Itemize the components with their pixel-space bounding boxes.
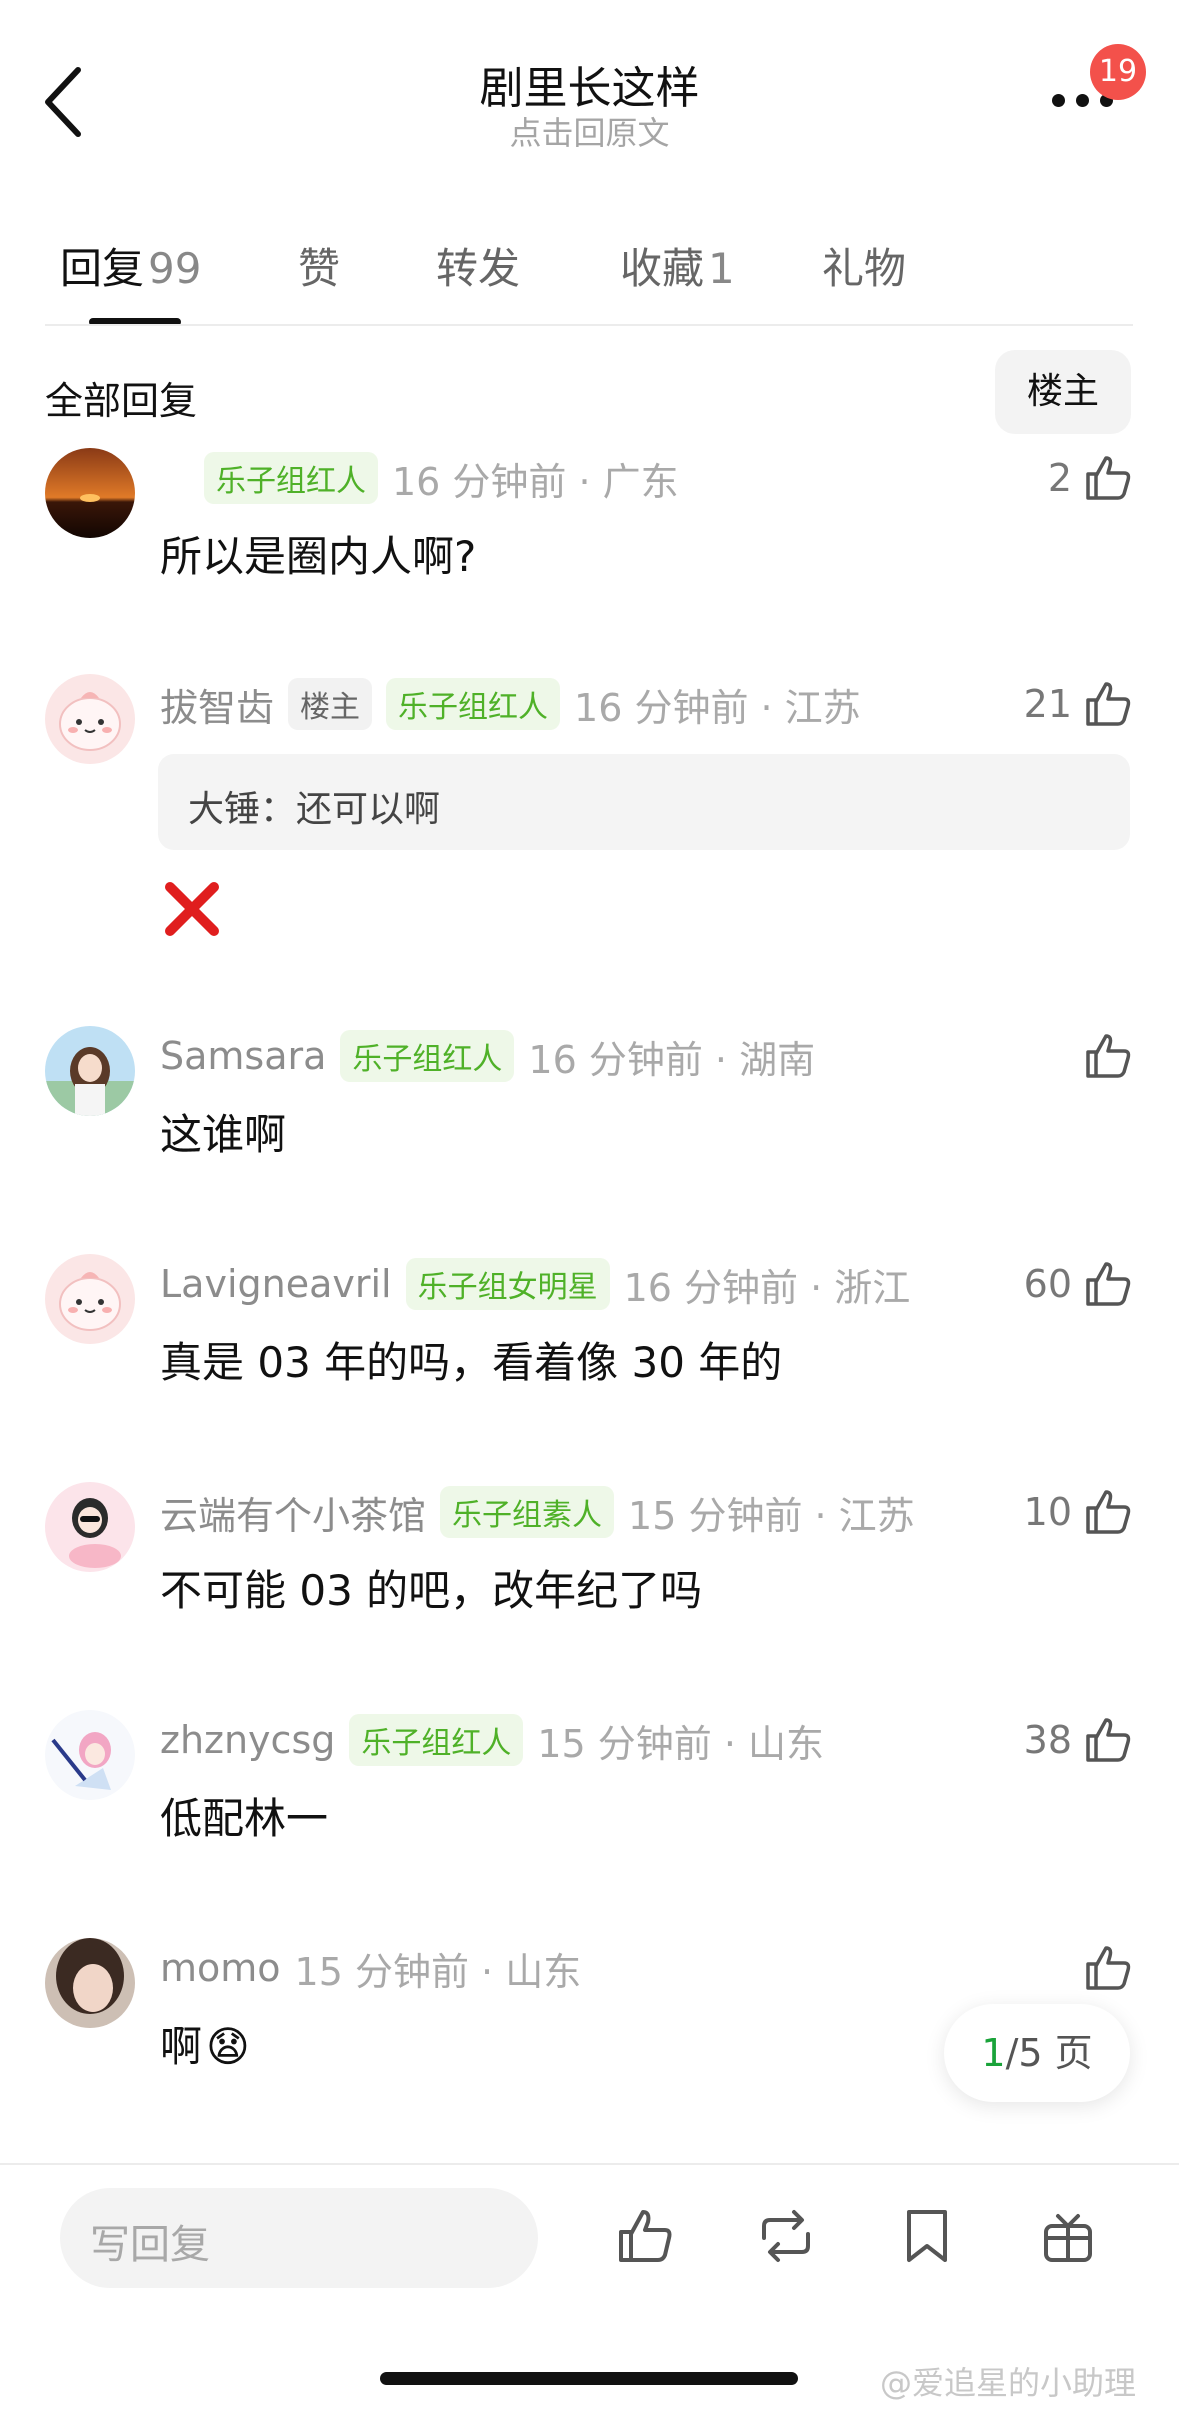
comment-text: 真是 03 年的吗，看着像 30 年的 [160,1338,783,1387]
gift-icon[interactable] [1036,2204,1100,2268]
like-count: 2 [1047,456,1072,500]
comment-meta: Samsara 乐子组红人 16 分钟前 · 湖南 [160,1026,815,1086]
op-tag: 楼主 [288,678,373,730]
comment-text: 不可能 03 的吧，改年纪了吗 [160,1566,703,1615]
username[interactable]: Samsara [160,1034,326,1078]
user-tag: 乐子组红人 [386,678,561,730]
thumbs-up-icon [1086,1490,1131,1534]
tab-gifts[interactable]: 礼物 [822,235,906,296]
comment-text: 这谁啊 [160,1110,287,1159]
user-tag: 乐子组素人 [440,1486,615,1538]
quoted-reply[interactable]: 大锤：还可以啊 [158,754,1130,850]
like-button[interactable] [1082,1026,1134,1086]
page-indicator[interactable]: 1/5 页 [944,2004,1130,2102]
like-button[interactable]: 38 [1024,1710,1134,1770]
comment-time-location: 15 分钟前 · 山东 [537,1721,825,1766]
thumbs-up-icon [1086,682,1131,726]
like-count: 21 [1023,682,1072,726]
back-to-original-link[interactable]: 点击回原文 [0,108,1179,154]
op-only-filter-button[interactable]: 楼主 [995,350,1131,434]
quoted-text: 大锤：还可以啊 [188,789,441,830]
comment-time-location: 16 分钟前 · 湖南 [528,1037,816,1082]
user-tag: 乐子组红人 [349,1714,524,1766]
like-button[interactable]: 21 [1024,674,1134,734]
username[interactable]: momo [160,1946,281,1990]
divider [45,324,1133,326]
worried-face-emoji: 😧 [206,2022,250,2071]
thumbs-up-icon [1086,1262,1131,1306]
avatar[interactable] [45,1482,135,1572]
top-navigation-bar: 剧里长这样 点击回原文 19 [0,0,1179,175]
total-pages: /5 页 [1005,2031,1093,2075]
home-indicator[interactable] [380,2372,798,2385]
thumbs-up-icon [1086,456,1131,500]
tab-reposts[interactable]: 转发 [436,235,520,296]
like-count: 60 [1023,1262,1072,1306]
avatar[interactable] [45,1026,135,1116]
page-title[interactable]: 剧里长这样 [0,52,1179,116]
like-button[interactable] [1082,1938,1134,1998]
like-count: 10 [1023,1490,1072,1534]
avatar[interactable] [45,674,135,764]
tab-replies[interactable]: 回复99 [60,235,201,296]
comment-time-location: 16 分钟前 · 广东 [392,459,679,504]
comment-meta: momo 15 分钟前 · 山东 [160,1938,581,1998]
notification-badge: 19 [1090,44,1146,100]
comment-meta: zhznycsg 乐子组红人 15 分钟前 · 山东 [160,1710,824,1770]
like-count: 38 [1023,1718,1072,1762]
comment-meta: Lavigneavril 乐子组女明星 16 分钟前 · 浙江 [160,1254,910,1314]
red-cross-emoji-icon [162,879,222,939]
avatar[interactable] [45,448,135,538]
thumbs-up-icon [1086,1718,1131,1762]
username[interactable]: 云端有个小茶馆 [160,1485,426,1540]
comment-text-content: 啊 [160,2022,203,2071]
like-button[interactable]: 60 [1024,1254,1134,1314]
comment-time-location: 15 分钟前 · 山东 [294,1949,582,1994]
thumbs-up-icon [1086,1946,1131,1990]
divider [0,2163,1179,2165]
comment-text: 低配林一 [160,1794,329,1843]
comment-meta: 云端有个小茶馆 乐子组素人 15 分钟前 · 江苏 [160,1482,915,1542]
reply-input[interactable]: 写回复 [60,2188,538,2288]
reply-placeholder: 写回复 [90,2222,210,2268]
comment-time-location: 15 分钟前 · 江苏 [628,1493,915,1538]
comment-time-location: 16 分钟前 · 浙江 [623,1265,911,1310]
current-page: 1 [981,2031,1006,2075]
avatar[interactable] [45,1938,135,2028]
user-tag: 乐子组红人 [204,452,378,504]
repost-icon[interactable] [754,2204,818,2268]
thumbs-up-icon [1086,1034,1131,1078]
username[interactable]: zhznycsg [160,1718,335,1762]
like-post-icon[interactable] [613,2204,677,2268]
tab-likes[interactable]: 赞 [298,235,340,296]
avatar[interactable] [45,1710,135,1800]
comment-meta: 拔智齿 楼主 乐子组红人 16 分钟前 · 江苏 [160,674,861,734]
tab-favorites[interactable]: 收藏1 [620,235,735,296]
comment-time-location: 16 分钟前 · 江苏 [574,685,861,730]
like-button[interactable]: 2 [1048,448,1134,508]
section-title: 全部回复 [45,379,198,423]
user-tag: 乐子组女明星 [405,1258,610,1310]
username[interactable]: Lavigneavril [160,1262,392,1306]
comment-meta: 乐子组红人 16 分钟前 · 广东 [160,448,679,508]
username[interactable]: 拔智齿 [160,677,274,732]
like-button[interactable]: 10 [1024,1482,1134,1542]
watermark: @爱追星的小助理 [880,2364,1137,2402]
comment-text: 啊😧 [160,2013,250,2074]
comment-text: 所以是圈内人啊? [160,532,477,581]
tab-bar: 回复99 赞 转发 收藏1 礼物 [0,210,1179,330]
avatar[interactable] [45,1254,135,1344]
user-tag: 乐子组红人 [340,1030,515,1082]
bookmark-icon[interactable] [895,2204,959,2268]
